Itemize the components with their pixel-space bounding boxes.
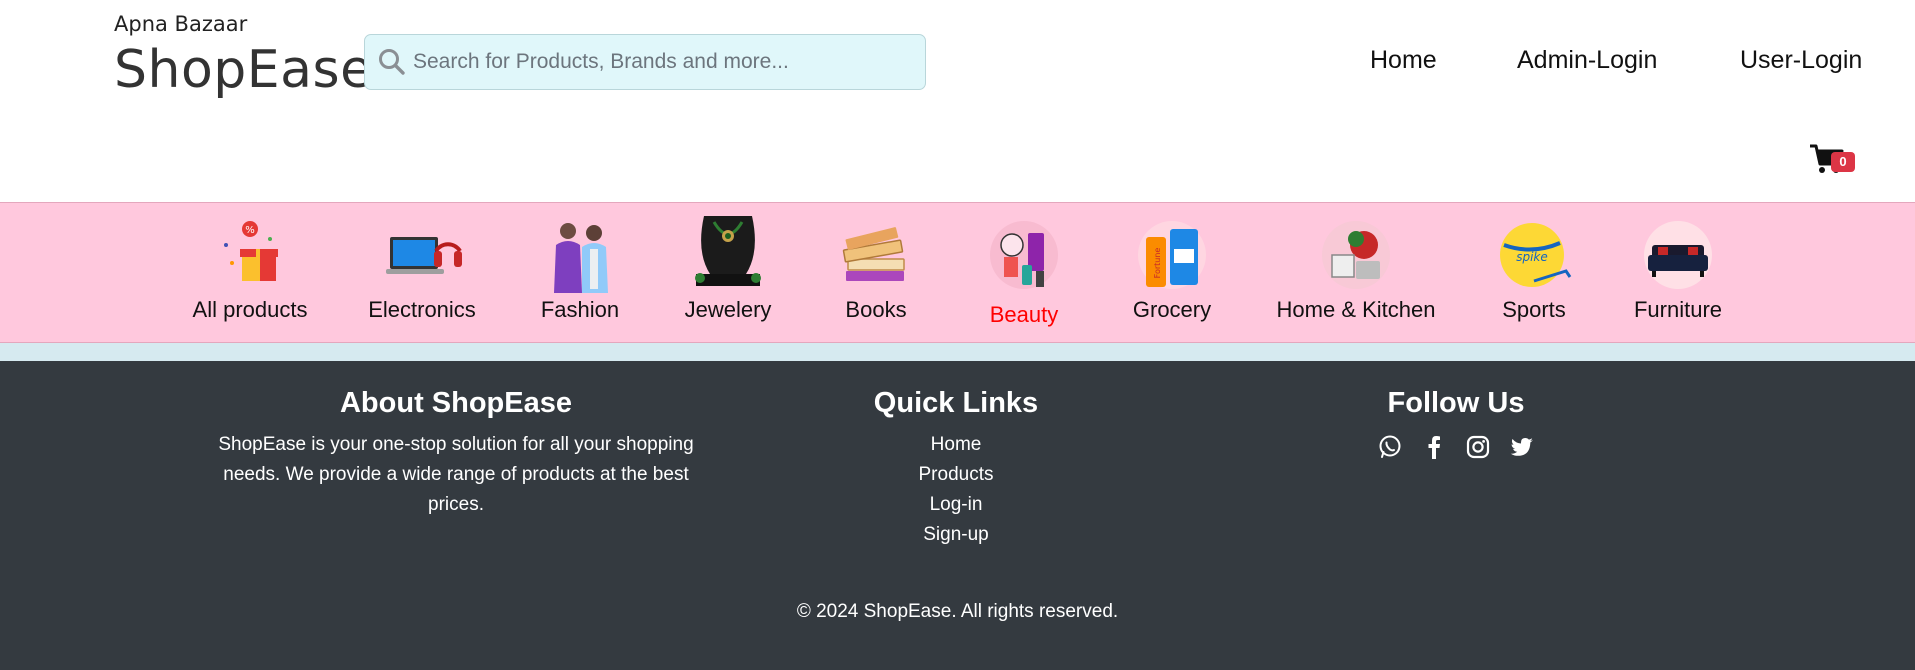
- nav-admin-login-link[interactable]: Admin-Login: [1517, 46, 1657, 75]
- category-label: Beauty: [989, 302, 1059, 327]
- footer-quick-links: Quick Links Home Products Log-in Sign-up: [856, 387, 1056, 550]
- footer-quick-links-title: Quick Links: [873, 387, 1039, 419]
- category-bar: % All products Electronics Fashion Jewel…: [0, 202, 1915, 343]
- facebook-icon[interactable]: [1421, 434, 1447, 460]
- footer-follow-section: Follow Us: [1356, 387, 1556, 460]
- category-fashion[interactable]: Fashion: [520, 203, 640, 344]
- search-icon: [379, 49, 405, 75]
- svg-text:spike: spike: [1516, 250, 1548, 264]
- svg-text:Fortune: Fortune: [1153, 248, 1162, 279]
- search-input[interactable]: [413, 50, 893, 74]
- category-label: Grocery: [1132, 297, 1212, 322]
- divider-strip: [0, 343, 1915, 361]
- category-label: Fashion: [540, 297, 620, 322]
- footer-link-login[interactable]: Log-in: [856, 490, 1056, 520]
- category-label: All products: [192, 297, 308, 322]
- category-all-products[interactable]: % All products: [170, 203, 330, 344]
- beauty-products-image: [990, 221, 1058, 289]
- footer-copyright: © 2024 ShopEase. All rights reserved.: [796, 601, 1119, 622]
- category-label: Home & Kitchen: [1276, 297, 1436, 322]
- category-label: Books: [845, 297, 907, 322]
- brand-tagline: Apna Bazaar: [114, 12, 248, 36]
- category-furniture[interactable]: Furniture: [1618, 203, 1738, 344]
- nav-home-link[interactable]: Home: [1370, 46, 1437, 75]
- category-home-kitchen[interactable]: Home & Kitchen: [1270, 203, 1442, 344]
- category-electronics[interactable]: Electronics: [352, 203, 492, 344]
- home-kitchen-image: [1322, 221, 1390, 289]
- site-header: Apna Bazaar ShopEase Home Admin-Login Us…: [0, 0, 1915, 202]
- grocery-image: Fortune: [1138, 221, 1206, 289]
- ball-icon: spike: [1500, 223, 1572, 287]
- category-beauty[interactable]: Beauty: [964, 203, 1084, 344]
- whatsapp-icon[interactable]: [1377, 434, 1403, 460]
- fashion-couple-image: [554, 223, 608, 293]
- footer-about-section: About ShopEase ShopEase is your one-stop…: [200, 387, 712, 520]
- social-icons: [1356, 434, 1556, 460]
- laptop-icon: [386, 237, 462, 274]
- search-bar[interactable]: [364, 34, 926, 90]
- nav-user-login-link[interactable]: User-Login: [1740, 46, 1862, 75]
- category-books[interactable]: Books: [816, 203, 936, 344]
- footer-link-products[interactable]: Products: [856, 460, 1056, 490]
- footer-link-home[interactable]: Home: [856, 430, 1056, 460]
- category-label: Electronics: [368, 297, 476, 322]
- twitter-icon[interactable]: [1509, 434, 1535, 460]
- site-footer: About ShopEase ShopEase is your one-stop…: [0, 361, 1915, 670]
- cart-count-badge: 0: [1831, 152, 1855, 172]
- footer-about-title: About ShopEase: [339, 387, 572, 419]
- footer-follow-title: Follow Us: [1387, 387, 1525, 419]
- gift-icon: %: [224, 221, 278, 281]
- svg-text:%: %: [245, 225, 255, 236]
- category-grocery[interactable]: Fortune Grocery: [1112, 203, 1232, 344]
- instagram-icon[interactable]: [1465, 434, 1491, 460]
- footer-link-signup[interactable]: Sign-up: [856, 520, 1056, 550]
- footer-about-text: ShopEase is your one-stop solution for a…: [218, 434, 694, 515]
- necklace-icon: [695, 216, 761, 286]
- category-label: Jewelery: [684, 297, 772, 322]
- category-label: Furniture: [1633, 297, 1723, 322]
- sofa-icon: [1644, 221, 1712, 289]
- category-label: Sports: [1502, 297, 1566, 322]
- books-icon: [842, 227, 905, 281]
- category-jewelery[interactable]: Jewelery: [668, 203, 788, 344]
- category-sports[interactable]: spike Sports: [1474, 203, 1594, 344]
- brand-logo[interactable]: ShopEase: [114, 40, 373, 100]
